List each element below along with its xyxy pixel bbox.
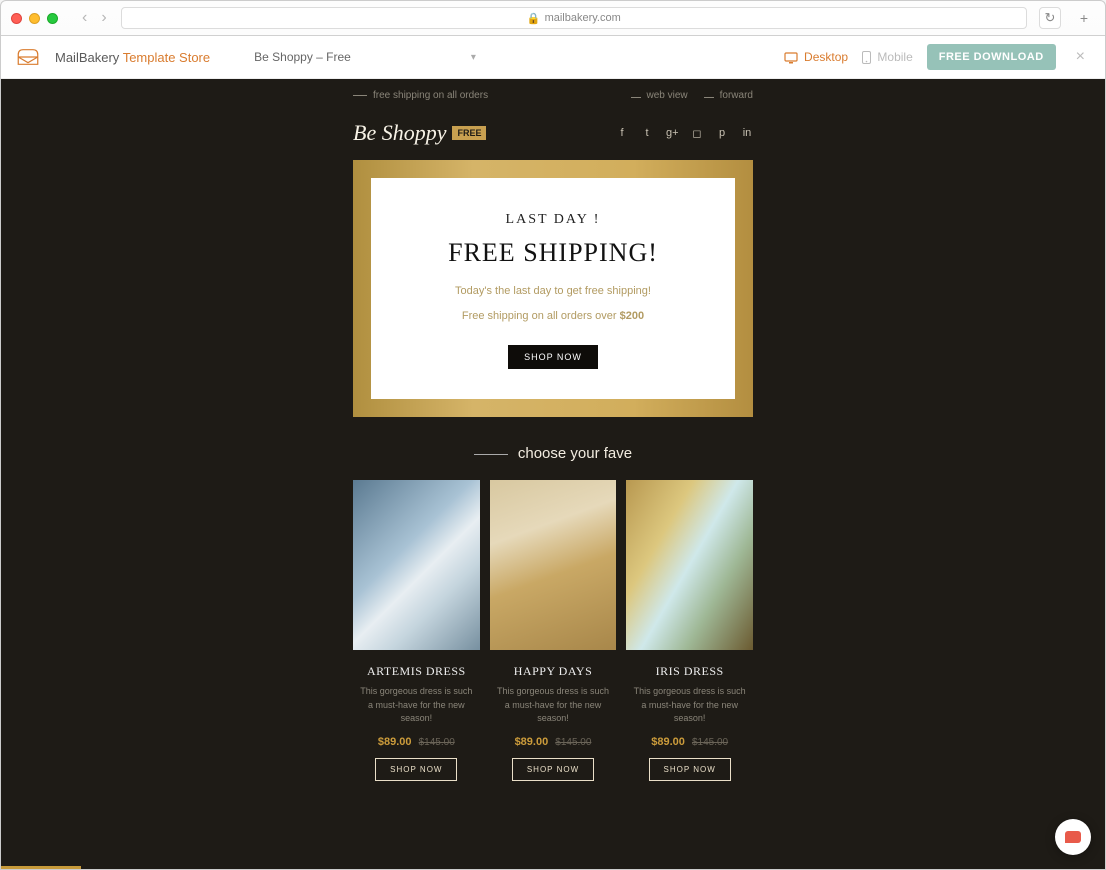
product-title: ARTEMIS DRESS (353, 664, 480, 679)
forward-link[interactable]: forward (704, 90, 753, 101)
product-card: ARTEMIS DRESS This gorgeous dress is suc… (353, 480, 480, 781)
site-header-bar: MailBakery Template Store Be Shoppy – Fr… (1, 36, 1105, 79)
email-header: Be Shoppy FREE f t g+ ◻ p in (353, 112, 753, 160)
instagram-icon[interactable]: ◻ (691, 127, 703, 140)
web-view-link[interactable]: web view (631, 90, 688, 101)
hero-banner: LAST DAY ! FREE SHIPPING! Today's the la… (353, 160, 753, 417)
google-plus-icon[interactable]: g+ (666, 127, 678, 140)
line-icon (474, 454, 508, 455)
mobile-icon (862, 51, 871, 64)
twitter-icon[interactable]: t (641, 127, 653, 140)
free-shipping-note: free shipping on all orders (373, 90, 488, 101)
maximize-window-button[interactable] (47, 13, 58, 24)
mobile-toggle[interactable]: Mobile (862, 50, 913, 64)
brand-sub: Template Store (123, 50, 210, 65)
desktop-icon (784, 52, 798, 64)
be-shoppy-logo[interactable]: Be Shoppy (353, 120, 446, 146)
chevron-down-icon: ▾ (471, 52, 476, 63)
free-badge: FREE (452, 126, 486, 140)
chat-fab-button[interactable] (1055, 819, 1091, 855)
chat-icon (1065, 831, 1081, 843)
mailbakery-logo-icon[interactable] (15, 46, 41, 68)
product-shop-button[interactable]: SHOP NOW (375, 758, 457, 781)
linkedin-icon[interactable]: in (741, 127, 753, 140)
reload-button[interactable]: ↻ (1039, 7, 1061, 29)
lock-icon: 🔒 (527, 12, 541, 25)
product-shop-button[interactable]: SHOP NOW (649, 758, 731, 781)
product-image[interactable] (626, 480, 753, 650)
product-desc: This gorgeous dress is such a must-have … (353, 685, 480, 726)
section-heading: choose your fave (353, 445, 753, 462)
window-controls (11, 13, 58, 24)
product-title: HAPPY DAYS (490, 664, 617, 679)
minimize-window-button[interactable] (29, 13, 40, 24)
device-toggle: Desktop Mobile (784, 50, 913, 64)
social-icons: f t g+ ◻ p in (616, 127, 753, 140)
address-bar[interactable]: 🔒 mailbakery.com (121, 7, 1027, 29)
product-price: $89.00 $145.00 (626, 736, 753, 748)
close-preview-button[interactable]: × (1070, 48, 1091, 66)
brand-main: MailBakery (55, 50, 119, 65)
pinterest-icon[interactable]: p (716, 127, 728, 140)
product-grid: ARTEMIS DRESS This gorgeous dress is suc… (353, 480, 753, 781)
product-image[interactable] (490, 480, 617, 650)
utility-bar: free shipping on all orders web view for… (353, 79, 753, 112)
hero-sub-1: Today's the last day to get free shippin… (391, 282, 715, 301)
free-download-button[interactable]: FREE DOWNLOAD (927, 44, 1056, 70)
product-shop-button[interactable]: SHOP NOW (512, 758, 594, 781)
product-card: IRIS DRESS This gorgeous dress is such a… (626, 480, 753, 781)
product-desc: This gorgeous dress is such a must-have … (626, 685, 753, 726)
hero-title: FREE SHIPPING! (391, 238, 715, 268)
facebook-icon[interactable]: f (616, 127, 628, 140)
template-name: Be Shoppy – Free (254, 50, 351, 64)
url-text: mailbakery.com (545, 12, 621, 24)
forward-icon[interactable]: › (101, 9, 106, 27)
browser-window: ‹ › 🔒 mailbakery.com ↻ + MailBakery Temp… (0, 0, 1106, 870)
hero-sub-2: Free shipping on all orders over $200 (391, 307, 715, 326)
brand-text[interactable]: MailBakery Template Store (55, 50, 210, 65)
new-tab-button[interactable]: + (1073, 7, 1095, 29)
back-icon[interactable]: ‹ (82, 9, 87, 27)
desktop-toggle[interactable]: Desktop (784, 50, 848, 64)
close-window-button[interactable] (11, 13, 22, 24)
hero-shop-now-button[interactable]: SHOP NOW (508, 345, 598, 369)
nav-arrows: ‹ › (82, 9, 107, 27)
browser-toolbar: ‹ › 🔒 mailbakery.com ↻ + (1, 1, 1105, 36)
product-desc: This gorgeous dress is such a must-have … (490, 685, 617, 726)
product-price: $89.00 $145.00 (353, 736, 480, 748)
product-image[interactable] (353, 480, 480, 650)
product-title: IRIS DRESS (626, 664, 753, 679)
product-card: HAPPY DAYS This gorgeous dress is such a… (490, 480, 617, 781)
product-price: $89.00 $145.00 (490, 736, 617, 748)
email-preview-viewport: free shipping on all orders web view for… (1, 79, 1105, 869)
dash-icon (353, 95, 367, 96)
hero-eyebrow: LAST DAY ! (391, 212, 715, 228)
template-dropdown[interactable]: Be Shoppy – Free ▾ (254, 50, 476, 64)
